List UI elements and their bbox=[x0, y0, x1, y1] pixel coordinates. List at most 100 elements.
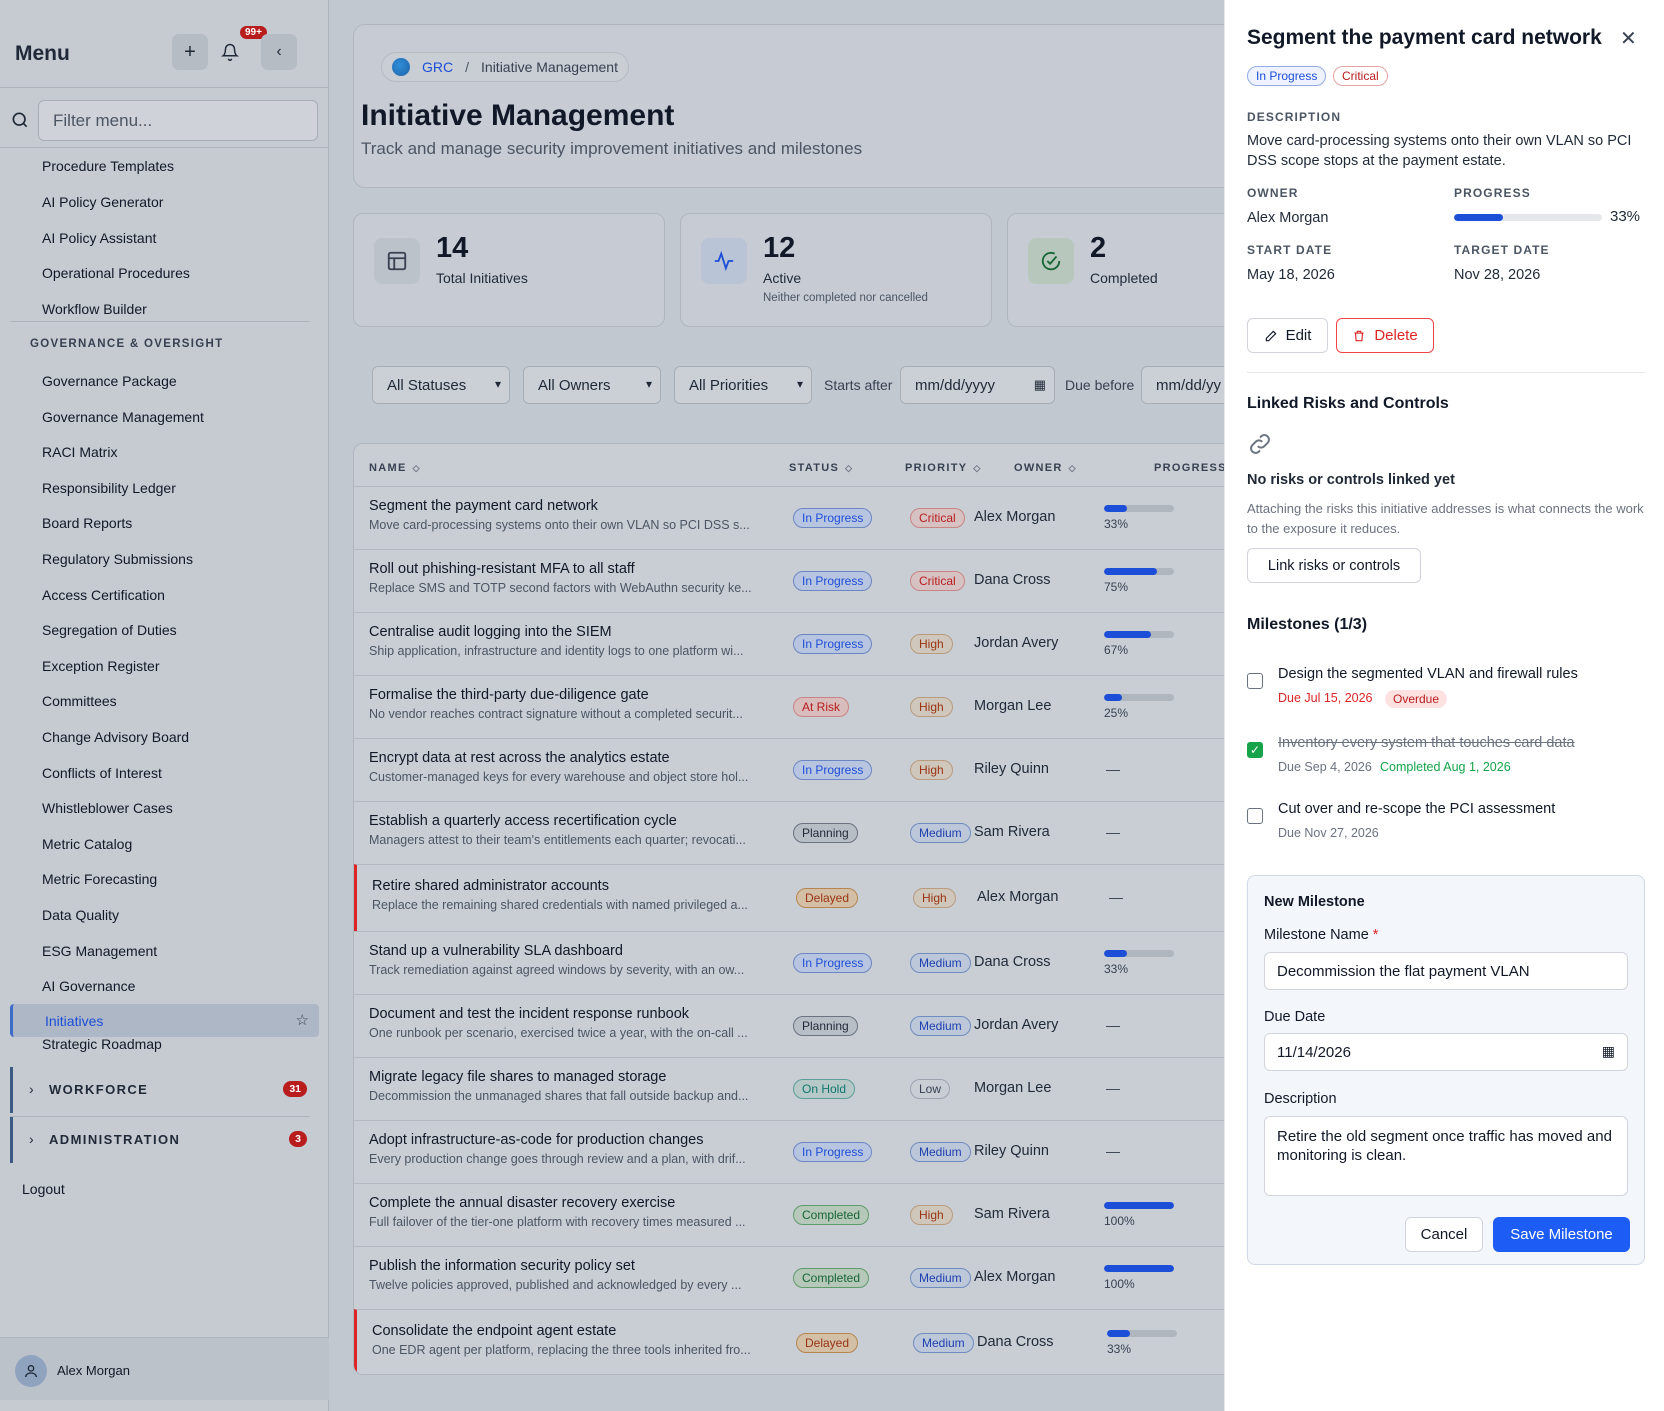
user-footer[interactable]: Alex Morgan bbox=[0, 1337, 329, 1400]
description-textarea[interactable]: Retire the old segment once traffic has … bbox=[1264, 1116, 1628, 1196]
table-row[interactable]: Segment the payment card network Move car… bbox=[354, 486, 1232, 549]
initiative-name[interactable]: Publish the information security policy … bbox=[369, 1258, 635, 1274]
milestone-checkbox[interactable] bbox=[1247, 673, 1263, 689]
owner-name: Jordan Avery bbox=[974, 634, 1059, 651]
initiative-name[interactable]: Complete the annual disaster recovery ex… bbox=[369, 1195, 675, 1211]
sidebar-item-initiatives[interactable]: Initiatives ☆ bbox=[10, 1004, 319, 1037]
breadcrumb-root[interactable]: GRC bbox=[422, 59, 453, 75]
sidebar-item[interactable]: Metric Catalog bbox=[42, 836, 132, 852]
status-filter[interactable]: All Statuses ▾ bbox=[372, 366, 510, 404]
priority-filter[interactable]: All Priorities ▾ bbox=[674, 366, 812, 404]
table-row[interactable]: Adopt infrastructure-as-code for product… bbox=[354, 1120, 1232, 1183]
column-header-status[interactable]: STATUS ◇ bbox=[789, 462, 853, 474]
notifications-button[interactable] bbox=[212, 34, 248, 70]
cancel-button[interactable]: Cancel bbox=[1405, 1217, 1483, 1252]
table-row[interactable]: Roll out phishing-resistant MFA to all s… bbox=[354, 549, 1232, 612]
header-label: PRIORITY bbox=[905, 462, 968, 474]
sort-icon: ◇ bbox=[973, 463, 982, 473]
sidebar-item[interactable]: Board Reports bbox=[42, 515, 132, 531]
table-row[interactable]: Formalise the third-party due-diligence … bbox=[354, 675, 1232, 738]
initiative-name[interactable]: Segment the payment card network bbox=[369, 498, 598, 514]
initiative-name[interactable]: Encrypt data at rest across the analytic… bbox=[369, 750, 670, 766]
initiative-name[interactable]: Roll out phishing-resistant MFA to all s… bbox=[369, 561, 635, 577]
milestone-checkbox[interactable]: ✓ bbox=[1247, 742, 1263, 758]
calendar-icon[interactable]: ▦ bbox=[1602, 1043, 1615, 1060]
sidebar-item[interactable]: Whistleblower Cases bbox=[42, 800, 173, 816]
initiative-name[interactable]: Stand up a vulnerability SLA dashboard bbox=[369, 943, 623, 959]
plus-icon: + bbox=[184, 40, 196, 63]
progress-bar bbox=[1104, 630, 1174, 638]
sidebar-item[interactable]: AI Governance bbox=[42, 978, 135, 994]
table-row[interactable]: Encrypt data at rest across the analytic… bbox=[354, 738, 1232, 801]
edit-button[interactable]: Edit bbox=[1247, 318, 1328, 353]
sidebar-item[interactable]: Responsibility Ledger bbox=[42, 480, 176, 496]
sidebar-item[interactable]: Metric Forecasting bbox=[42, 871, 157, 887]
collapse-sidebar-button[interactable]: ‹ bbox=[261, 34, 297, 70]
table-row[interactable]: Migrate legacy file shares to managed st… bbox=[354, 1057, 1232, 1120]
column-header-priority[interactable]: PRIORITY ◇ bbox=[905, 462, 982, 474]
add-button[interactable]: + bbox=[172, 34, 208, 70]
sidebar-item[interactable]: RACI Matrix bbox=[42, 444, 117, 460]
initiative-name[interactable]: Establish a quarterly access recertifica… bbox=[369, 813, 677, 829]
stat-value: 2 bbox=[1090, 232, 1107, 264]
initiative-description: Ship application, infrastructure and ide… bbox=[369, 643, 744, 658]
table-row[interactable]: Consolidate the endpoint agent estate One… bbox=[354, 1309, 1232, 1374]
initiative-name[interactable]: Formalise the third-party due-diligence … bbox=[369, 687, 649, 703]
logout-link[interactable]: Logout bbox=[22, 1181, 65, 1197]
sidebar-item[interactable]: Conflicts of Interest bbox=[42, 765, 162, 781]
delete-button[interactable]: Delete bbox=[1336, 318, 1434, 353]
sidebar-item[interactable]: Governance Package bbox=[42, 373, 177, 389]
sidebar-item[interactable]: Workflow Builder bbox=[42, 301, 147, 317]
star-icon[interactable]: ☆ bbox=[296, 1011, 309, 1029]
owner-filter[interactable]: All Owners ▾ bbox=[523, 366, 661, 404]
sidebar-section-workforce[interactable]: › WORKFORCE 31 bbox=[10, 1067, 319, 1113]
form-title: New Milestone bbox=[1264, 894, 1365, 910]
sidebar-item[interactable]: Change Advisory Board bbox=[42, 729, 189, 745]
progress-bar bbox=[1104, 1264, 1174, 1272]
description-label: Description bbox=[1264, 1091, 1337, 1107]
sidebar-item[interactable]: AI Policy Generator bbox=[42, 194, 163, 210]
table-row[interactable]: Publish the information security policy … bbox=[354, 1246, 1232, 1309]
column-header-owner[interactable]: OWNER ◇ bbox=[1014, 462, 1077, 474]
initiative-name[interactable]: Document and test the incident response … bbox=[369, 1006, 689, 1022]
link-risks-button[interactable]: Link risks or controls bbox=[1247, 548, 1421, 583]
owner-label: OWNER bbox=[1247, 186, 1299, 200]
milestone-name-input[interactable]: Decommission the flat payment VLAN bbox=[1264, 952, 1628, 990]
table-row[interactable]: Document and test the incident response … bbox=[354, 994, 1232, 1057]
progress-value: 100% bbox=[1104, 1276, 1135, 1291]
sidebar-item[interactable]: Committees bbox=[42, 693, 117, 709]
table-row[interactable]: Centralise audit logging into the SIEM Sh… bbox=[354, 612, 1232, 675]
starts-after-input[interactable]: mm/dd/yyyy ▦ bbox=[900, 366, 1055, 404]
close-icon[interactable]: ✕ bbox=[1620, 26, 1637, 51]
filter-menu-input[interactable]: Filter menu... bbox=[38, 100, 318, 141]
table-row[interactable]: Stand up a vulnerability SLA dashboard Tr… bbox=[354, 931, 1232, 994]
initiative-name[interactable]: Migrate legacy file shares to managed st… bbox=[369, 1069, 666, 1085]
divider bbox=[0, 87, 329, 88]
sidebar-item[interactable]: Segregation of Duties bbox=[42, 622, 177, 638]
sidebar-title: Menu bbox=[15, 42, 70, 65]
milestone-checkbox[interactable] bbox=[1247, 808, 1263, 824]
sidebar-item[interactable]: Regulatory Submissions bbox=[42, 551, 193, 567]
sidebar-item[interactable]: Procedure Templates bbox=[42, 158, 174, 174]
initiative-name[interactable]: Centralise audit logging into the SIEM bbox=[369, 624, 612, 640]
column-header-progress[interactable]: PROGRESS bbox=[1154, 462, 1227, 474]
initiative-name[interactable]: Retire shared administrator accounts bbox=[372, 878, 609, 894]
due-date-input[interactable]: 11/14/2026 ▦ bbox=[1264, 1033, 1628, 1071]
sidebar-item[interactable]: ESG Management bbox=[42, 943, 157, 959]
sidebar-item[interactable]: Access Certification bbox=[42, 587, 165, 603]
sidebar-item[interactable]: Operational Procedures bbox=[42, 265, 190, 281]
sidebar-item[interactable]: Data Quality bbox=[42, 907, 119, 923]
save-milestone-button[interactable]: Save Milestone bbox=[1493, 1217, 1630, 1252]
sidebar-item[interactable]: Exception Register bbox=[42, 658, 160, 674]
initiatives-table: NAME ◇ STATUS ◇ PRIORITY ◇ OWNER ◇ PROGRESS … bbox=[353, 443, 1233, 1375]
initiative-name[interactable]: Adopt infrastructure-as-code for product… bbox=[369, 1132, 704, 1148]
sidebar-item-strategic-roadmap[interactable]: Strategic Roadmap bbox=[42, 1036, 162, 1052]
table-row[interactable]: Establish a quarterly access recertifica… bbox=[354, 801, 1232, 864]
table-row[interactable]: Retire shared administrator accounts Repl… bbox=[354, 864, 1232, 931]
table-row[interactable]: Complete the annual disaster recovery ex… bbox=[354, 1183, 1232, 1246]
column-header-name[interactable]: NAME ◇ bbox=[369, 462, 421, 474]
initiative-name[interactable]: Consolidate the endpoint agent estate bbox=[372, 1323, 616, 1339]
sidebar-section-administration[interactable]: › ADMINISTRATION 3 bbox=[10, 1117, 319, 1163]
sidebar-item[interactable]: AI Policy Assistant bbox=[42, 230, 156, 246]
sidebar-item[interactable]: Governance Management bbox=[42, 409, 204, 425]
